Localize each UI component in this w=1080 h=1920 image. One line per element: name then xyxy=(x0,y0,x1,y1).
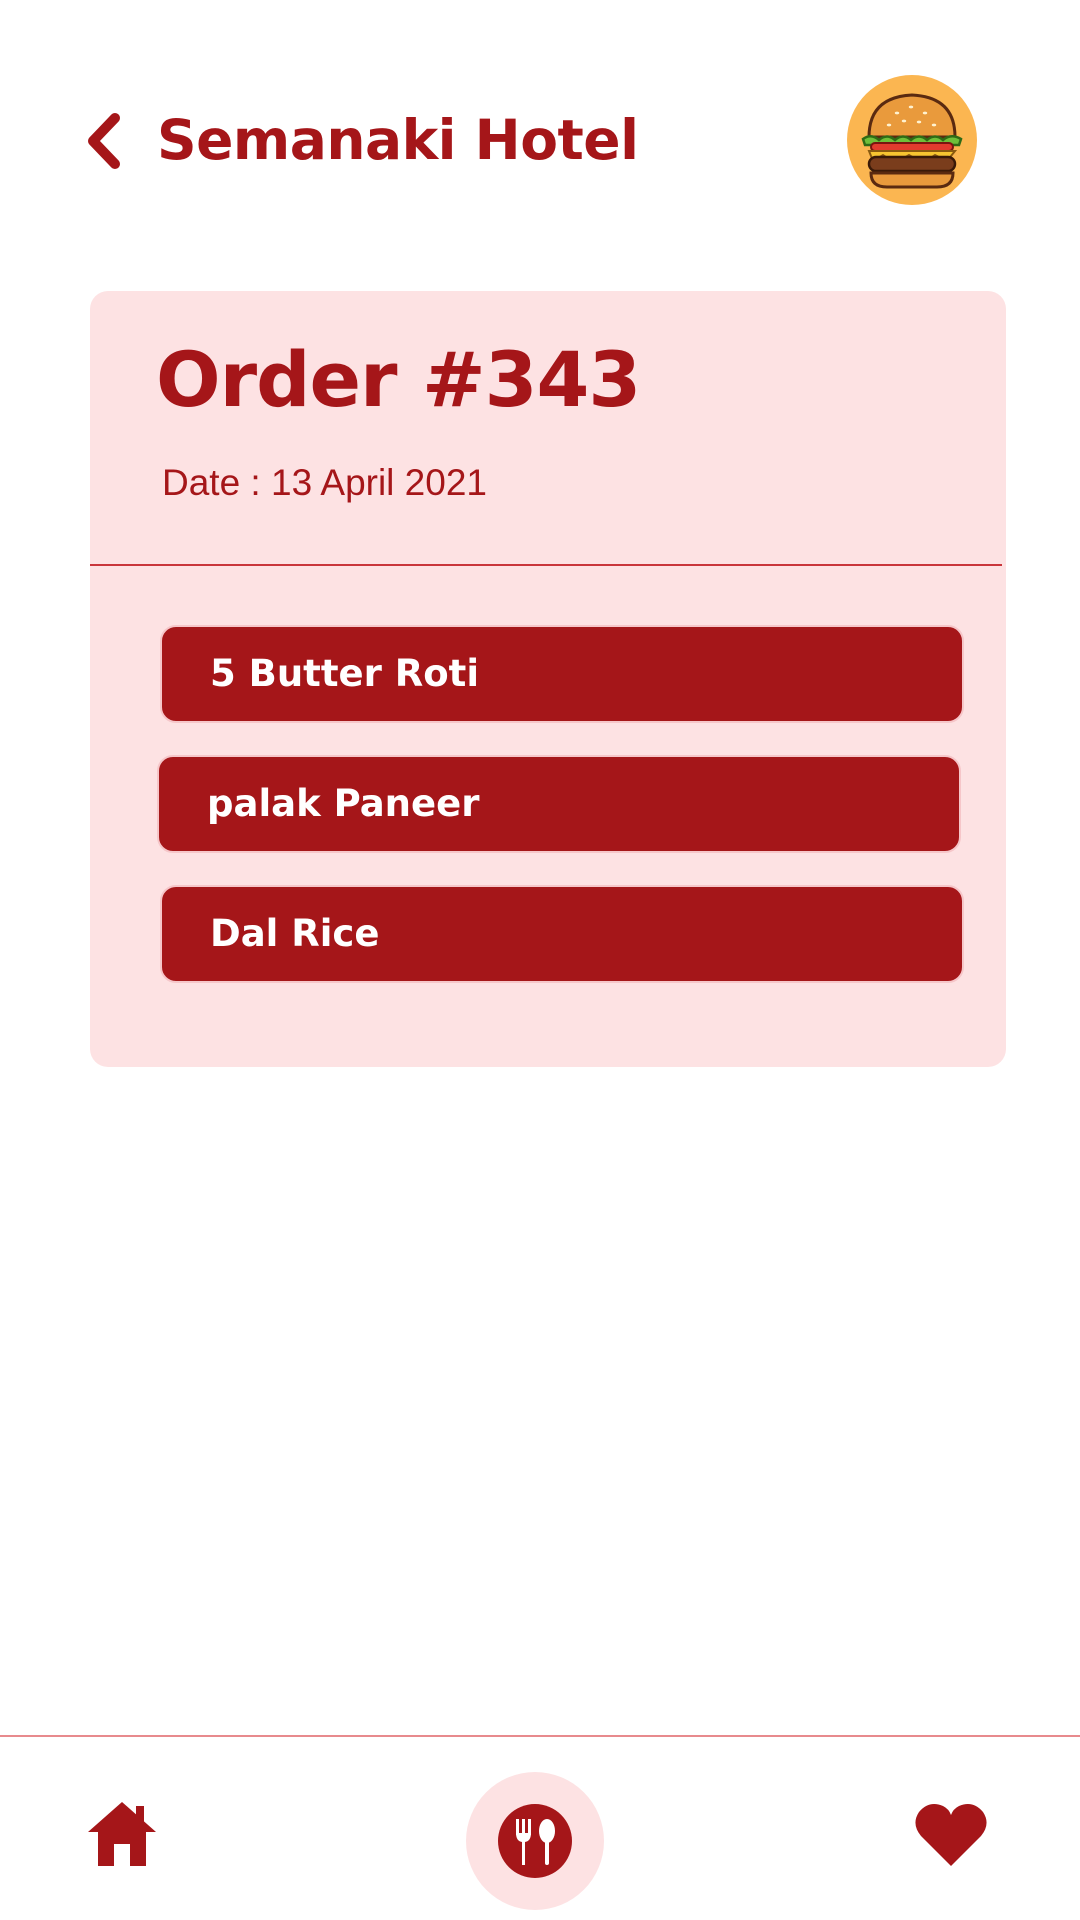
bottom-nav xyxy=(0,1737,1080,1920)
back-button[interactable] xyxy=(78,108,128,174)
home-icon xyxy=(88,1802,156,1866)
nav-home-button[interactable] xyxy=(84,1796,160,1872)
page-title: Semanaki Hotel xyxy=(157,108,639,172)
nav-favorites-button[interactable] xyxy=(913,1798,989,1870)
fork-spoon-icon xyxy=(498,1804,572,1878)
order-item-dal-rice[interactable]: Dal Rice xyxy=(160,885,964,983)
chevron-left-icon xyxy=(88,113,120,169)
heart-icon xyxy=(915,1804,987,1866)
burger-icon xyxy=(861,93,963,189)
app-header: Semanaki Hotel xyxy=(0,0,1080,260)
order-item-palak-paneer[interactable]: palak Paneer xyxy=(157,755,961,853)
order-item-butter-roti[interactable]: 5 Butter Roti xyxy=(160,625,964,723)
order-item-list: 5 Butter Roti palak Paneer Dal Rice xyxy=(90,291,1006,1067)
avatar[interactable] xyxy=(847,75,977,205)
order-card: Order #343 Date : 13 April 2021 5 Butter… xyxy=(90,291,1006,1067)
nav-menu-button[interactable] xyxy=(466,1772,604,1910)
